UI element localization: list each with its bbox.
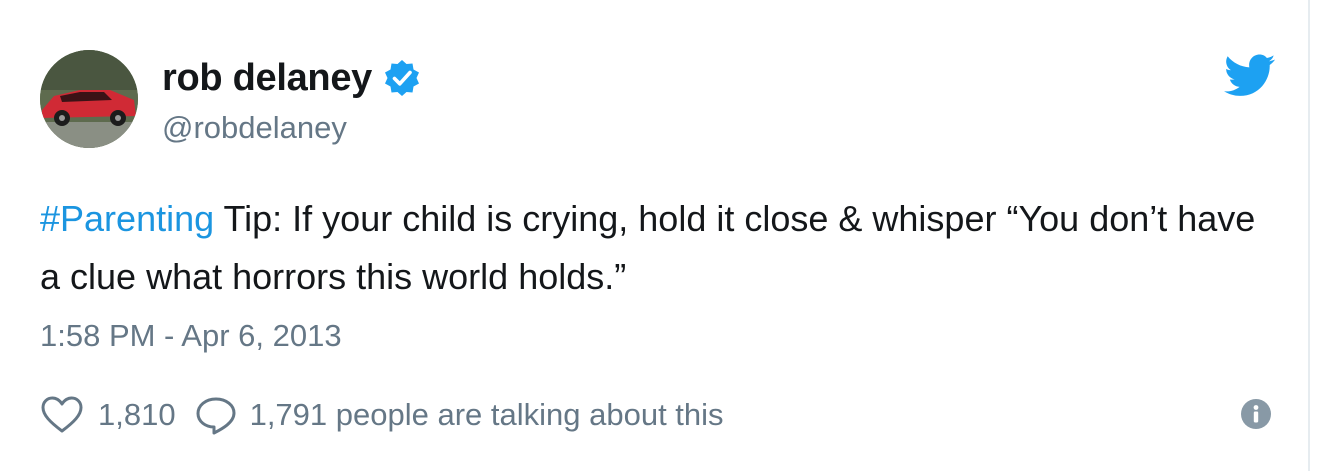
like-button[interactable]: 1,810 — [40, 395, 176, 435]
tweet-card: rob delaney @robdelaney #Parenting Tip: … — [0, 0, 1310, 471]
author-handle[interactable]: @robdelaney — [162, 110, 347, 146]
author-name-row: rob delaney — [162, 50, 422, 106]
talking-count: 1,791 people are talking about this — [249, 397, 724, 432]
verified-badge-icon — [385, 60, 419, 96]
tweet-actions: 1,810 1,791 people are talking about thi… — [40, 392, 724, 438]
like-count: 1,810 — [98, 397, 176, 432]
tweet-text: #Parenting Tip: If your child is crying,… — [40, 190, 1280, 306]
avatar-image — [40, 50, 138, 148]
reply-button[interactable]: 1,791 people are talking about this — [194, 395, 724, 435]
heart-icon — [41, 396, 83, 433]
tweet-timestamp[interactable]: 1:58 PM - Apr 6, 2013 — [40, 318, 342, 354]
avatar[interactable] — [40, 50, 138, 148]
tweet-body: Tip: If your child is crying, hold it cl… — [40, 198, 1256, 297]
twitter-bird-icon[interactable] — [1224, 54, 1276, 98]
info-icon[interactable] — [1240, 398, 1272, 430]
reply-bubble-icon — [196, 397, 236, 435]
hashtag-link[interactable]: #Parenting — [40, 198, 214, 239]
display-name[interactable]: rob delaney — [162, 57, 372, 100]
